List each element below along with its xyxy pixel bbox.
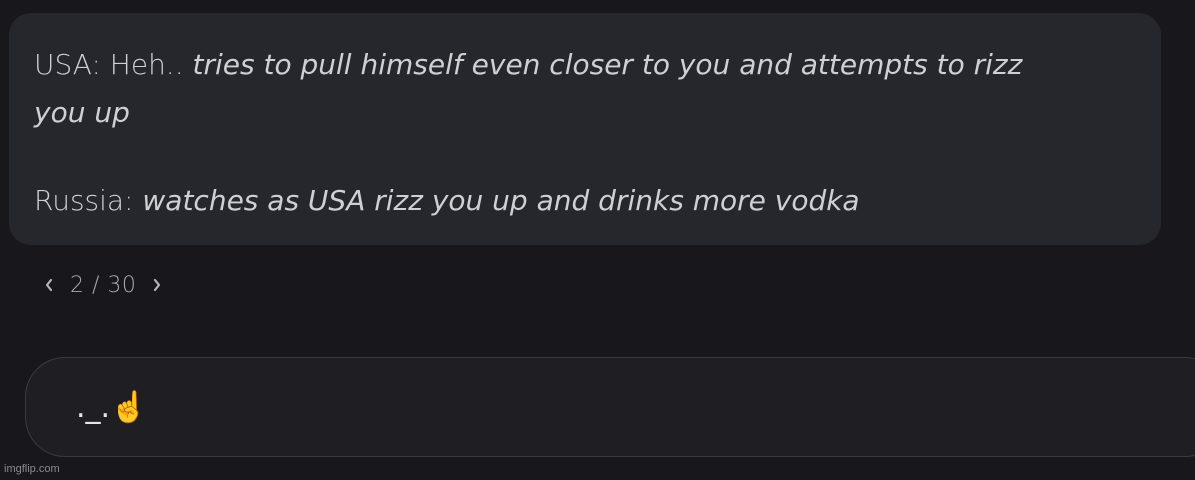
pager-next-button[interactable] (148, 274, 166, 296)
imgflip-watermark: imgflip.com (4, 463, 60, 475)
response-pager: 2 / 30 (40, 268, 166, 302)
composer-input-text[interactable]: ._.☝️ (76, 390, 147, 425)
message-line-usa-cont: you up (34, 89, 1137, 137)
message-bubble: USA: Heh.. tries to pull himself even cl… (9, 13, 1161, 245)
chevron-right-icon (154, 278, 161, 292)
pager-prev-button[interactable] (40, 274, 58, 296)
action-russia: watches as USA rizz you up and drinks mo… (142, 184, 860, 217)
chevron-left-icon (45, 278, 53, 292)
action-usa-cont: you up (34, 96, 130, 129)
speaker-russia: Russia: (34, 184, 143, 217)
message-composer[interactable]: ._.☝️ (25, 357, 1195, 457)
speaker-usa: USA: Heh.. (34, 48, 193, 81)
message-line-russia: Russia: watches as USA rizz you up and d… (34, 177, 1137, 225)
pager-count: 2 / 30 (70, 272, 137, 298)
action-usa: tries to pull himself even closer to you… (192, 48, 1023, 81)
message-line-usa: USA: Heh.. tries to pull himself even cl… (34, 41, 1137, 89)
